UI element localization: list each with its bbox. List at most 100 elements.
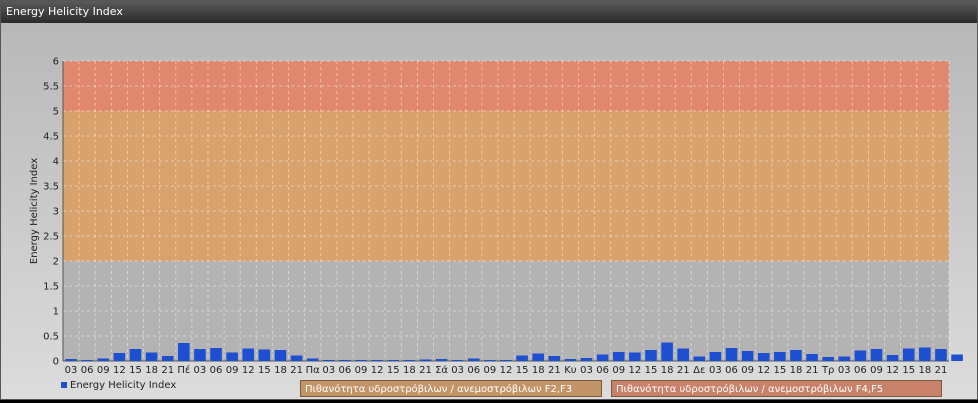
x-tick-label: 12 (113, 365, 126, 376)
x-tick-label: 12 (757, 365, 770, 376)
ehi-bar-chart: 0 0.5 1 1.5 2 2.5 3 3.5 4 4.5 5 5.5 6 Energy Helicity… (29, 57, 963, 376)
bar (790, 350, 802, 361)
x-tick-label: Κυ (564, 365, 577, 376)
x-tick-label: 21 (935, 365, 948, 376)
x-tick-label: Πα (306, 365, 321, 376)
x-tick-label: 09 (97, 365, 110, 376)
x-tick-label: 06 (210, 365, 223, 376)
bar (886, 355, 899, 361)
bar (65, 359, 77, 361)
bar (258, 349, 271, 361)
y-axis-label: Energy Helicity Index (29, 158, 40, 264)
x-tick-label: 21 (548, 365, 561, 376)
x-tick-label: 21 (290, 365, 303, 376)
x-tick-label: 09 (612, 365, 625, 376)
x-tick-label: 18 (790, 365, 803, 376)
x-tick-label: 03 (580, 365, 593, 376)
bar (951, 354, 963, 361)
bar (113, 353, 126, 361)
bar (548, 356, 561, 361)
bar (194, 349, 206, 361)
x-tick-label: 12 (242, 365, 255, 376)
x-tick-label: 03 (451, 365, 464, 376)
bar (774, 352, 786, 361)
y-tick-label: 4 (53, 157, 59, 168)
bar (935, 349, 947, 361)
x-tick-label: 06 (467, 365, 480, 376)
x-tick-label: 03 (65, 365, 78, 376)
bar (919, 347, 931, 361)
bar (645, 350, 657, 361)
bar (323, 360, 335, 361)
x-tick-label: 03 (709, 365, 722, 376)
bar (564, 359, 577, 361)
x-tick-label: 06 (725, 365, 738, 376)
bar (467, 358, 480, 361)
bar (210, 348, 222, 361)
bar (242, 348, 255, 361)
bar (145, 352, 158, 361)
bar (532, 353, 545, 361)
bar (161, 356, 174, 361)
x-tick-label: 18 (918, 365, 931, 376)
bar (451, 360, 464, 361)
plot-panel: 0 0.5 1 1.5 2 2.5 3 3.5 4 4.5 5 5.5 6 Energy Helicity… (1, 23, 977, 399)
x-tick-label: 06 (854, 365, 867, 376)
series-legend-swatch (61, 382, 67, 388)
x-tick-label: 21 (677, 365, 690, 376)
bar (129, 349, 142, 361)
bar (838, 356, 851, 361)
x-tick-label: 21 (161, 365, 174, 376)
y-tick-label: 3.5 (43, 182, 59, 193)
x-tick-label: Πέ (177, 364, 190, 376)
bar (81, 360, 93, 361)
x-tick-label: 18 (274, 365, 287, 376)
y-tick-label: 1 (53, 307, 59, 318)
x-tick-label: 09 (870, 365, 883, 376)
bar (290, 355, 303, 361)
x-tick-label: 15 (773, 365, 786, 376)
bar (757, 353, 770, 361)
bar (274, 350, 287, 361)
series-legend-label: Energy Helicity Index (70, 380, 177, 391)
bar (596, 354, 609, 361)
x-tick-label: 03 (838, 365, 851, 376)
bar (516, 355, 528, 361)
x-tick-label: 12 (629, 365, 642, 376)
y-tick-label: 2 (53, 257, 59, 268)
bar (709, 352, 722, 361)
bar (371, 360, 383, 361)
bar (97, 358, 110, 361)
x-tick-label: 06 (339, 365, 352, 376)
chart-window: Energy Helicity Index 0 0.5 1 1.5 2 2.5 3 3.5 4 4… (0, 0, 978, 400)
x-tick-label: Τρ (821, 365, 834, 376)
x-tick-label: 18 (403, 365, 416, 376)
x-tick-label: 06 (81, 365, 94, 376)
bar (387, 360, 400, 361)
bar (355, 360, 367, 361)
bar (403, 360, 416, 361)
y-tick-label: 2.5 (43, 232, 59, 243)
x-tick-label: 21 (419, 365, 432, 376)
bar (580, 358, 593, 361)
x-tick-label: 18 (532, 365, 545, 376)
bar (435, 359, 448, 361)
x-tick-label: 15 (129, 365, 142, 376)
bar (500, 360, 512, 361)
y-tick-label: 4.5 (43, 132, 59, 143)
x-tick-label: 15 (645, 365, 658, 376)
band-legend-f4f5: Πιθανότητα υδροστρόβιλων / ανεμοστρόβιλω… (611, 380, 942, 397)
bar (629, 352, 641, 361)
bar (806, 354, 818, 361)
bar (484, 360, 496, 361)
bar (741, 351, 754, 361)
window-title: Energy Helicity Index (1, 1, 977, 23)
x-tick-label: 18 (145, 365, 158, 376)
bar (677, 348, 689, 361)
x-tick-label: 15 (387, 365, 400, 376)
bar (178, 343, 190, 361)
bar (822, 357, 834, 361)
bar (725, 348, 738, 361)
series-legend: Energy Helicity Index (61, 377, 176, 394)
bar (870, 349, 883, 361)
